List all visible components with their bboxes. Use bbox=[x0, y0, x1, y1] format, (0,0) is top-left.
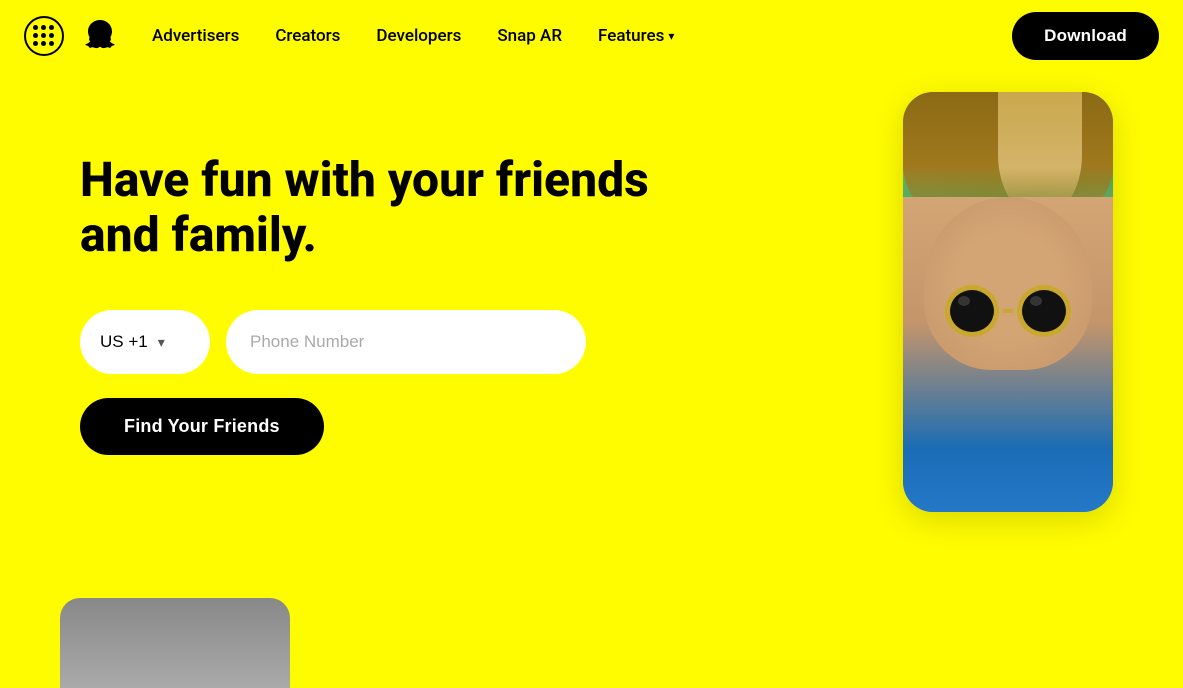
glass-left-icon bbox=[945, 285, 999, 337]
glass-right-icon bbox=[1017, 285, 1071, 337]
hero-title: Have fun with your friends and family. bbox=[80, 152, 660, 262]
features-label: Features bbox=[598, 26, 664, 46]
snapchat-logo-icon bbox=[80, 16, 120, 56]
phone-mockup bbox=[903, 92, 1113, 512]
dot bbox=[41, 33, 46, 38]
dot bbox=[33, 41, 38, 46]
dot bbox=[49, 41, 54, 46]
nav-link-creators[interactable]: Creators bbox=[275, 26, 340, 46]
glasses-bridge-icon bbox=[1003, 309, 1013, 313]
navbar: Advertisers Creators Developers Snap AR … bbox=[0, 0, 1183, 72]
dot bbox=[33, 33, 38, 38]
navbar-left bbox=[24, 16, 120, 56]
face-area bbox=[903, 197, 1113, 512]
dot bbox=[49, 33, 54, 38]
chevron-down-icon: ▾ bbox=[668, 29, 674, 43]
main-content: Have fun with your friends and family. U… bbox=[0, 72, 1183, 688]
dot bbox=[41, 41, 46, 46]
dot bbox=[41, 25, 46, 30]
glasses-filter bbox=[945, 285, 1071, 337]
nav-link-snap-ar[interactable]: Snap AR bbox=[497, 26, 562, 46]
phone-mockup-container bbox=[903, 92, 1123, 512]
nav-link-advertisers[interactable]: Advertisers bbox=[152, 26, 239, 46]
find-friends-button[interactable]: Find Your Friends bbox=[80, 398, 324, 455]
phone-screen bbox=[903, 92, 1113, 512]
grid-dots bbox=[33, 25, 55, 47]
nav-link-features[interactable]: Features ▾ bbox=[598, 26, 674, 46]
navbar-right: Download bbox=[1012, 12, 1159, 60]
phone-number-input[interactable] bbox=[226, 310, 586, 374]
dot bbox=[33, 25, 38, 30]
dot bbox=[49, 25, 54, 30]
chevron-down-icon: ▾ bbox=[158, 334, 165, 351]
nav-links: Advertisers Creators Developers Snap AR … bbox=[152, 26, 674, 46]
download-button[interactable]: Download bbox=[1012, 12, 1159, 60]
bottom-preview-card bbox=[60, 598, 290, 688]
grid-menu-icon[interactable] bbox=[24, 16, 64, 56]
bottom-card-image bbox=[60, 598, 290, 688]
country-code-text: US +1 bbox=[100, 332, 148, 352]
country-code-selector[interactable]: US +1 ▾ bbox=[80, 310, 210, 374]
nav-link-developers[interactable]: Developers bbox=[376, 26, 461, 46]
face-skin bbox=[924, 197, 1092, 370]
